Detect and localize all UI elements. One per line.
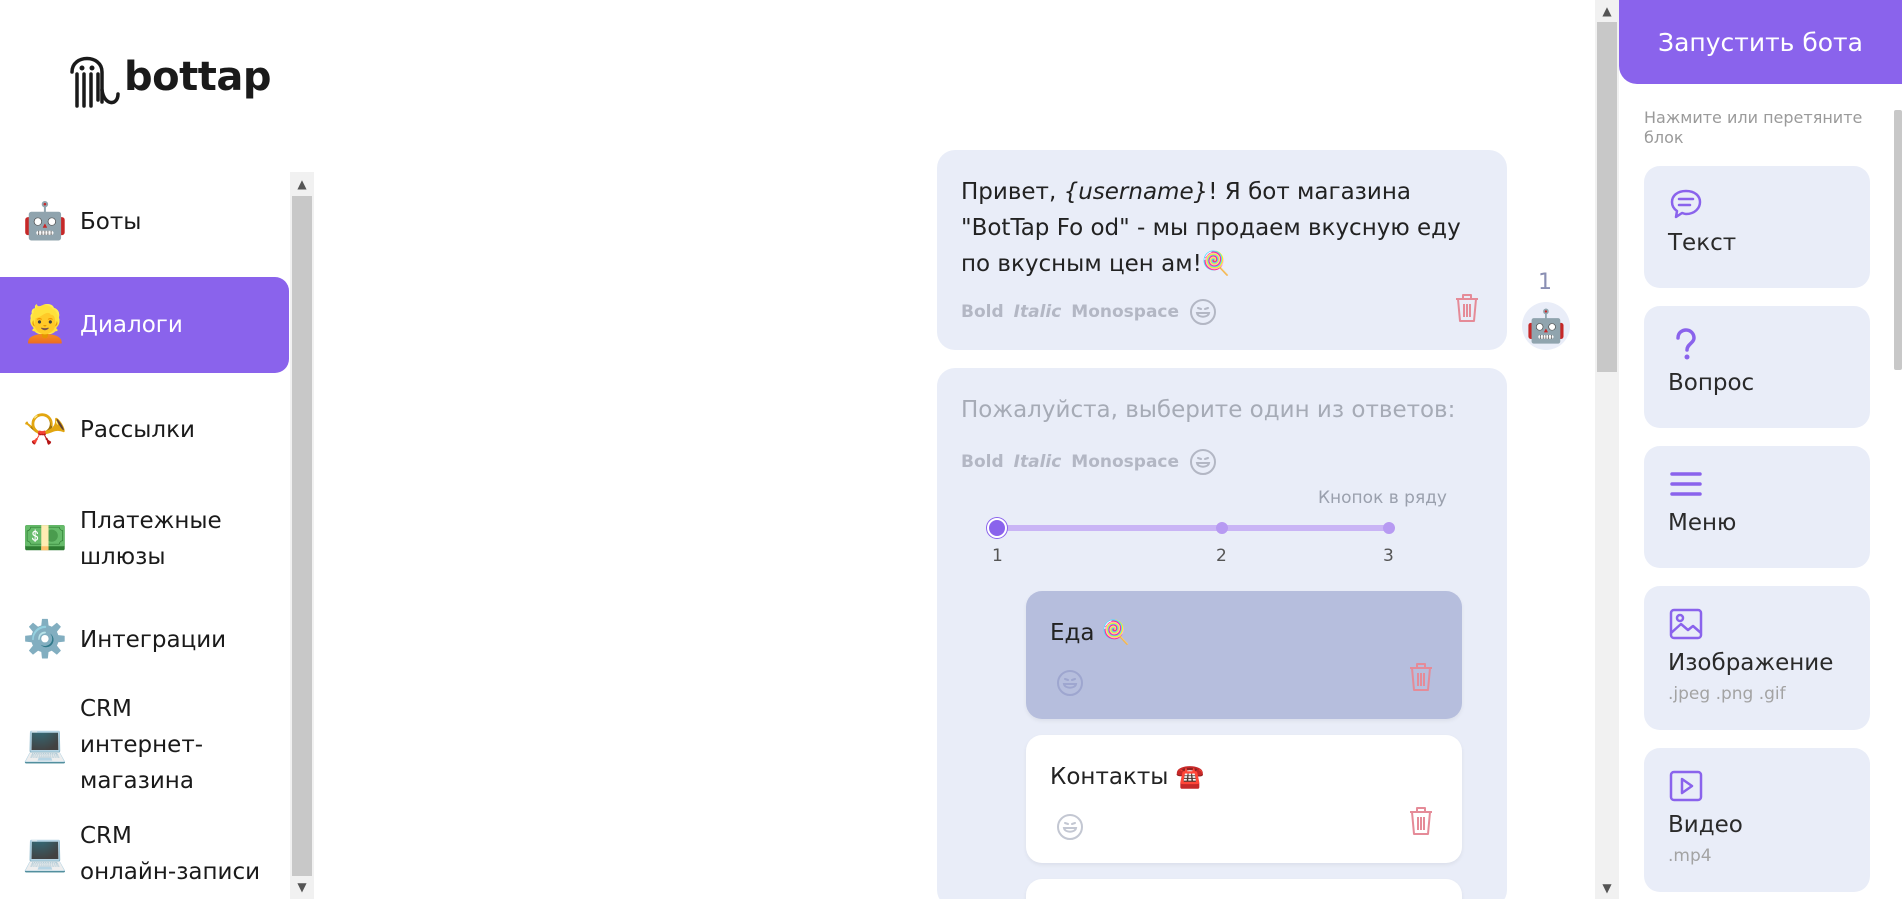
message-number: 1 (1538, 270, 1552, 295)
money-icon: 💵 (22, 518, 68, 559)
block-title: Видео (1668, 812, 1743, 838)
bold-button[interactable]: Bold (961, 452, 1004, 472)
monospace-button[interactable]: Monospace (1071, 302, 1179, 322)
block-title: Меню (1668, 510, 1737, 536)
buttons-per-row-slider[interactable] (997, 525, 1389, 531)
emoji-picker-icon[interactable] (1189, 298, 1217, 326)
sidebar-item-label: Интеграции (80, 627, 227, 653)
slider-step-2[interactable] (1216, 522, 1228, 534)
answer-button[interactable] (1026, 879, 1462, 899)
slider-tick-label: 2 (1216, 546, 1227, 566)
block-subtitle: .mp4 (1668, 846, 1712, 866)
logo[interactable]: bottap (64, 42, 271, 112)
sidebar-item-crm-shop[interactable]: 💻 CRM интернет- магазина (0, 690, 289, 800)
emoji-picker-icon[interactable] (1056, 669, 1084, 697)
person-icon: 👱 (22, 304, 68, 345)
message-block[interactable]: Привет, {username}! Я бот магазина "BotT… (937, 150, 1507, 350)
sidebar-item-crm-booking[interactable]: 💻 CRM онлайн-записи (0, 814, 289, 894)
sidebar-item-label: Боты (80, 209, 142, 235)
sidebar-item-label: Платежные шлюзы (80, 508, 222, 570)
scroll-up-icon[interactable]: ▲ (290, 172, 314, 196)
block-title: Текст (1668, 230, 1737, 256)
block-video[interactable]: Видео .mp4 (1644, 748, 1870, 892)
scrollbar-thumb[interactable] (292, 196, 312, 876)
trash-icon[interactable] (1453, 292, 1481, 324)
robot-icon: 🤖 (1522, 302, 1570, 350)
scroll-up-icon[interactable]: ▲ (1595, 0, 1619, 22)
sidebar-item-mailings[interactable]: 📯 Рассылки (0, 394, 289, 466)
sidebar-item-payment-gateways[interactable]: 💵 Платежные шлюзы (0, 494, 289, 584)
slider-handle[interactable] (987, 518, 1007, 538)
chat-bubble-icon (1670, 189, 1702, 219)
slider-tick-label: 1 (992, 546, 1003, 566)
sidebar-item-label: CRM интернет- магазина (80, 696, 204, 794)
answer-button[interactable]: Контакты ☎️ (1026, 735, 1462, 863)
gear-icon: ⚙️ (22, 619, 68, 660)
username-variable: {username} (1063, 179, 1209, 205)
laptop-icon: 💻 (22, 724, 68, 765)
message-text[interactable]: Привет, {username}! Я бот магазина "BotT… (961, 174, 1481, 282)
sidebar: bottap 🤖 Боты 👱 Диалоги 📯 Рассылки 💵 Пла… (0, 0, 314, 899)
right-panel-scrollbar[interactable] (1894, 110, 1902, 370)
emoji-picker-icon[interactable] (1056, 813, 1084, 841)
scroll-down-icon[interactable]: ▼ (1595, 877, 1619, 899)
bold-button[interactable]: Bold (961, 302, 1004, 322)
octopus-logo-icon (70, 56, 120, 108)
brand-name: bottap (124, 54, 271, 100)
menu-icon (1670, 472, 1702, 496)
sidebar-item-integrations[interactable]: ⚙️ Интеграции (0, 604, 289, 676)
sidebar-item-label: Рассылки (80, 417, 195, 443)
monospace-button[interactable]: Monospace (1071, 452, 1179, 472)
block-title: Изображение (1668, 650, 1834, 676)
slider-step-3[interactable] (1383, 522, 1395, 534)
block-question[interactable]: Вопрос (1644, 306, 1870, 428)
block-subtitle: .jpeg .png .gif (1668, 684, 1786, 704)
sidebar-nav: 🤖 Боты 👱 Диалоги 📯 Рассылки 💵 Платежные … (0, 172, 290, 899)
robot-icon: 🤖 (22, 201, 68, 242)
format-toolbar: Bold Italic Monospace (961, 448, 1217, 476)
emoji-picker-icon[interactable] (1189, 448, 1217, 476)
video-icon (1669, 770, 1703, 802)
sidebar-item-label: Диалоги (80, 312, 183, 338)
answer-text[interactable]: Еда 🍭 (1050, 615, 1130, 651)
answer-button[interactable]: Еда 🍭 (1026, 591, 1462, 719)
blocks-hint: Нажмите или перетяните блок (1644, 108, 1863, 147)
trash-icon[interactable] (1407, 805, 1435, 837)
scroll-down-icon[interactable]: ▼ (290, 875, 314, 899)
trash-icon[interactable] (1407, 661, 1435, 693)
block-title: Вопрос (1668, 370, 1755, 396)
block-image[interactable]: Изображение .jpeg .png .gif (1644, 586, 1870, 730)
italic-button[interactable]: Italic (1014, 452, 1062, 472)
format-toolbar: Bold Italic Monospace (961, 298, 1217, 326)
main-scrollbar[interactable]: ▲ ▼ (1595, 0, 1619, 899)
run-bot-button[interactable]: Запустить бота (1619, 0, 1902, 84)
sidebar-item-bots[interactable]: 🤖 Боты (0, 186, 289, 258)
buttons-per-row-label: Кнопок в ряду (1317, 488, 1447, 508)
scrollbar-thumb[interactable] (1597, 22, 1617, 372)
question-icon (1676, 328, 1696, 360)
block-menu[interactable]: Меню (1644, 446, 1870, 568)
question-block[interactable]: Пожалуйста, выберите один из ответов: Bo… (937, 368, 1507, 899)
sidebar-item-dialogs[interactable]: 👱 Диалоги (0, 277, 289, 373)
block-text[interactable]: Текст (1644, 166, 1870, 288)
sidebar-item-label: CRM онлайн-записи (80, 823, 261, 885)
postal-horn-icon: 📯 (22, 409, 68, 450)
answer-text[interactable]: Контакты ☎️ (1050, 759, 1204, 795)
italic-button[interactable]: Italic (1014, 302, 1062, 322)
laptop-icon: 💻 (22, 833, 68, 874)
slider-tick-label: 3 (1383, 546, 1394, 566)
sidebar-scrollbar[interactable]: ▲ ▼ (290, 172, 314, 899)
image-icon (1669, 608, 1703, 640)
question-placeholder[interactable]: Пожалуйста, выберите один из ответов: (961, 392, 1455, 428)
